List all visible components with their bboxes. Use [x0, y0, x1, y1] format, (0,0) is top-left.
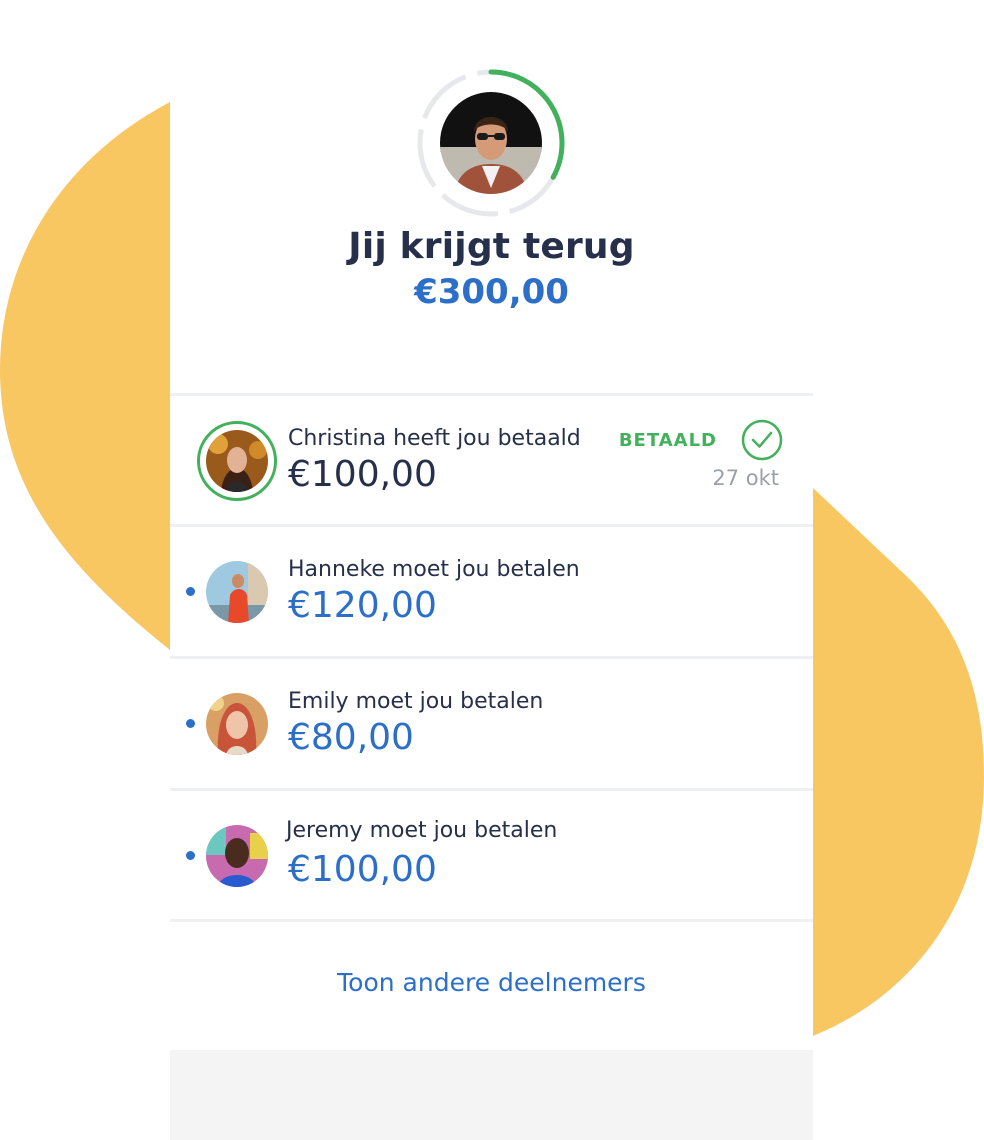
participant-amount: €120,00	[288, 585, 437, 626]
show-more-participants-link[interactable]: Toon andere deelnemers	[170, 968, 813, 997]
avatar	[206, 561, 268, 623]
participant-label: Emily moet jou betalen	[288, 689, 544, 714]
paid-status-badge: BETAALD	[618, 430, 717, 451]
right-yellow-blob	[813, 488, 984, 1036]
participant-label: Jeremy moet jou betalen	[286, 818, 558, 843]
participant-amount: €100,00	[288, 454, 437, 495]
participant-label: Christina heeft jou betaald	[288, 426, 581, 451]
unpaid-indicator-dot	[186, 587, 195, 596]
total-amount: €300,00	[414, 272, 569, 312]
divider	[170, 919, 813, 922]
participant-label: Hanneke moet jou betalen	[288, 557, 580, 582]
page-title: Jij krijgt terug	[348, 226, 635, 267]
avatar	[206, 693, 268, 755]
unpaid-indicator-dot	[186, 719, 195, 728]
avatar	[206, 825, 268, 887]
participant-row-emily[interactable]: Emily moet jou betalen €80,00	[170, 659, 813, 787]
left-yellow-blob	[0, 102, 170, 650]
payment-card: Jij krijgt terug €300,00 Christina heeft…	[170, 0, 813, 1140]
unpaid-indicator-dot	[186, 851, 195, 860]
check-circle-icon	[741, 419, 783, 461]
user-avatar	[440, 92, 542, 194]
participant-amount: €80,00	[288, 717, 414, 758]
participant-amount: €100,00	[288, 849, 437, 890]
participant-row-christina[interactable]: Christina heeft jou betaald €100,00 BETA…	[170, 396, 813, 524]
avatar	[206, 430, 268, 492]
footer-area	[170, 1050, 813, 1140]
participant-row-jeremy[interactable]: Jeremy moet jou betalen €100,00	[170, 791, 813, 919]
payment-date: 27 okt	[712, 466, 779, 490]
participant-row-hanneke[interactable]: Hanneke moet jou betalen €120,00	[170, 527, 813, 655]
